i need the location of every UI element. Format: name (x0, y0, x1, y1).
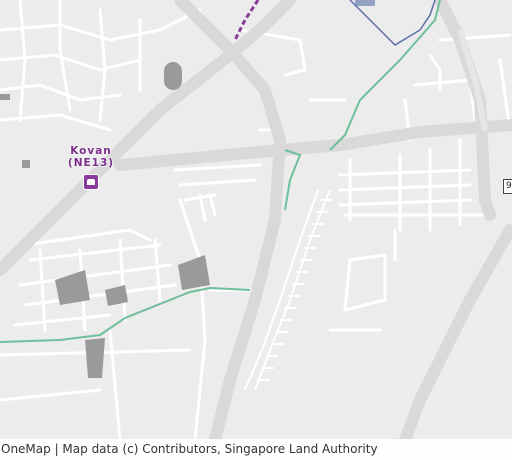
station-name: Kovan (70, 145, 112, 157)
map-attribution: OneMap | Map data (c) Contributors, Sing… (0, 439, 512, 460)
map-view[interactable]: Kovan (NE13) 9 OneMap | Map data (c) Con… (0, 0, 512, 460)
station-label[interactable]: Kovan (NE13) (62, 145, 120, 169)
road-number-badge: 9 (503, 179, 512, 194)
train-station-icon[interactable] (83, 174, 99, 190)
station-code: (NE13) (67, 157, 115, 169)
map-canvas (0, 0, 512, 446)
